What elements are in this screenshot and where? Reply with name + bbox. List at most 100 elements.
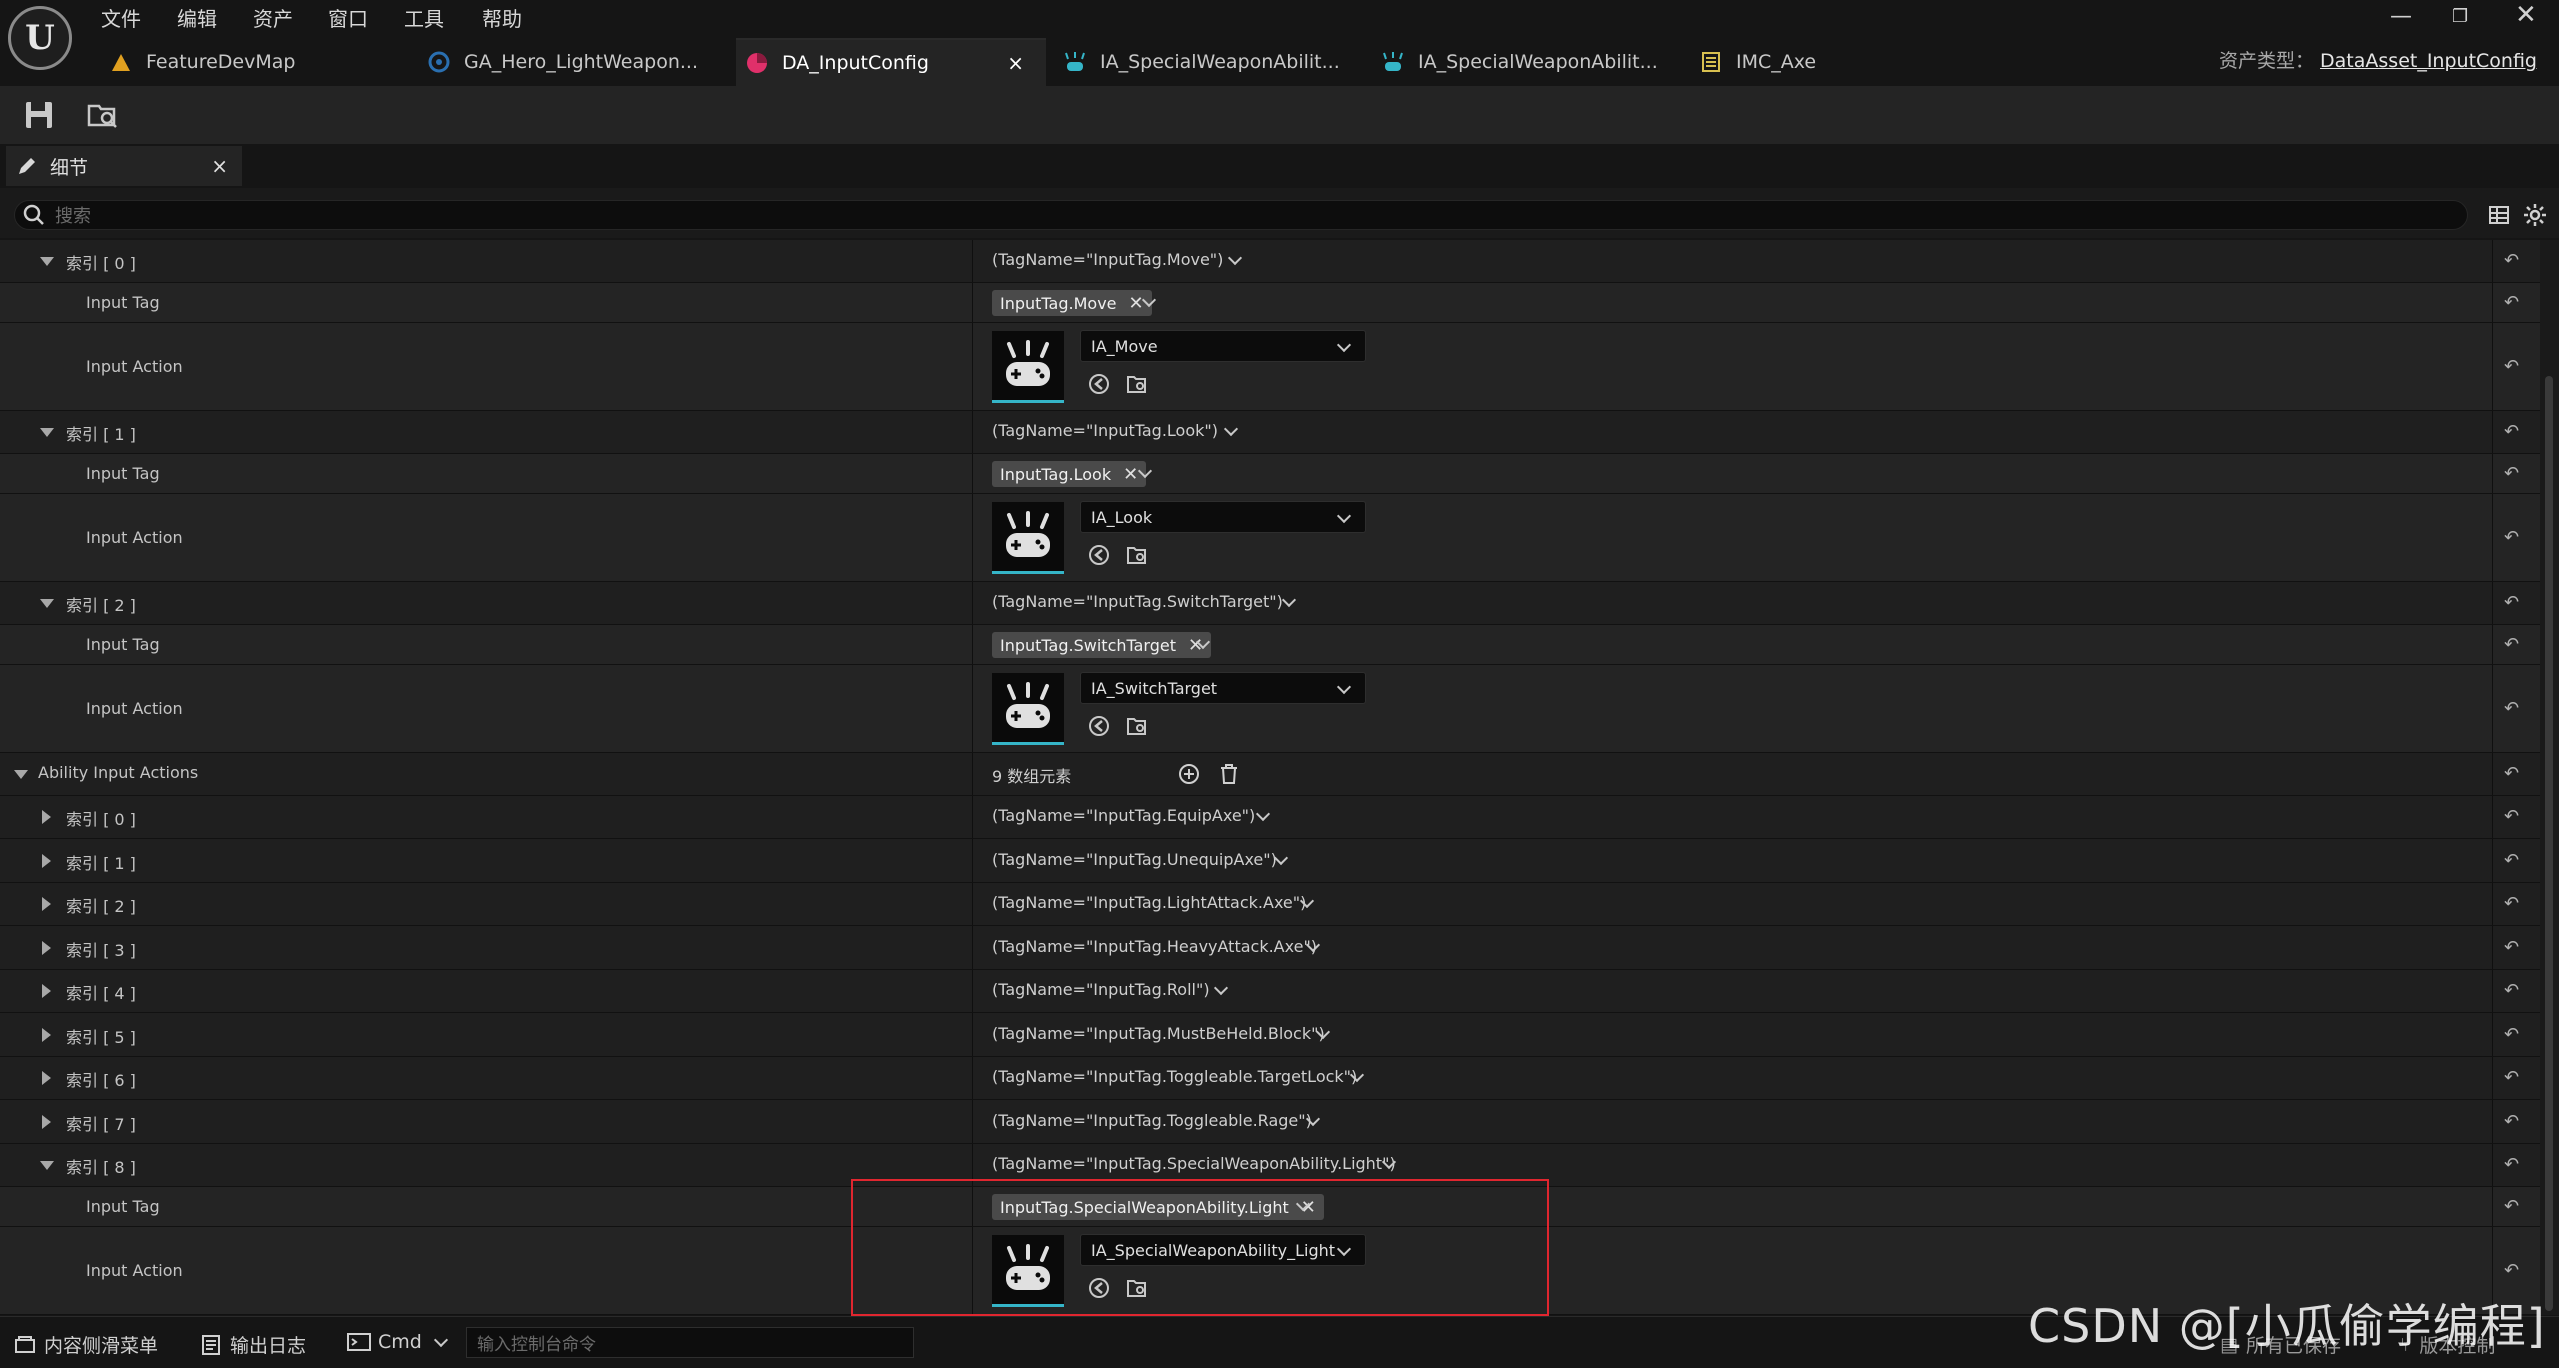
menu-assets[interactable]: 资产 <box>253 3 293 32</box>
delete-all-icon[interactable] <box>1218 763 1240 785</box>
table-view-icon[interactable] <box>2488 204 2510 226</box>
save-icon[interactable] <box>22 98 56 132</box>
chevron-down-icon[interactable] <box>1255 806 1271 822</box>
use-selected-icon[interactable] <box>1088 715 1110 737</box>
expand-arrow-icon[interactable] <box>42 810 51 824</box>
use-selected-icon[interactable] <box>1088 544 1110 566</box>
collapse-arrow-icon[interactable] <box>40 1161 54 1170</box>
menu-help[interactable]: 帮助 <box>482 3 522 32</box>
collapse-arrow-icon[interactable] <box>40 257 54 266</box>
chevron-down-icon[interactable] <box>1223 421 1239 437</box>
ability-entry-3[interactable]: 索引 [ 3 ] (TagName="InputTag.HeavyAttack.… <box>0 926 2540 970</box>
tab-imc-axe[interactable]: IMC_Axe <box>1690 38 1890 86</box>
reset-icon[interactable]: ↶ <box>2504 698 2519 719</box>
tab-ia-specialweapon-2[interactable]: IA_SpecialWeaponAbilit... <box>1372 38 1682 86</box>
menu-tools[interactable]: 工具 <box>404 3 444 32</box>
expand-arrow-icon[interactable] <box>42 941 51 955</box>
reset-icon[interactable]: ↶ <box>2504 1067 2519 1088</box>
asset-picker-combo[interactable]: IA_Move <box>1080 330 1366 362</box>
restore-icon[interactable]: ❐ <box>2452 6 2468 27</box>
reset-icon[interactable]: ↶ <box>2504 980 2519 1001</box>
ability-input-actions-header[interactable]: Ability Input Actions 9 数组元素 ↶ <box>0 753 2540 796</box>
gameplay-tag-chip[interactable]: InputTag.Move ✕ <box>992 290 1152 316</box>
output-log-button[interactable]: 输出日志 <box>200 1331 306 1358</box>
expand-arrow-icon[interactable] <box>42 984 51 998</box>
tab-ga-hero-lightweapon[interactable]: GA_Hero_LightWeapon... <box>418 38 728 86</box>
ability-entry-7[interactable]: 索引 [ 7 ] (TagName="InputTag.Toggleable.R… <box>0 1100 2540 1144</box>
scrollbar-thumb[interactable] <box>2545 376 2553 1311</box>
collapse-arrow-icon[interactable] <box>40 599 54 608</box>
ability-entry-5[interactable]: 索引 [ 5 ] (TagName="InputTag.MustBeHeld.B… <box>0 1013 2540 1057</box>
menu-edit[interactable]: 编辑 <box>177 3 217 32</box>
chevron-down-icon[interactable] <box>433 1332 448 1348</box>
ability-entry-1[interactable]: 索引 [ 1 ] (TagName="InputTag.UnequipAxe")… <box>0 839 2540 883</box>
tab-ia-specialweapon-1[interactable]: IA_SpecialWeaponAbilit... <box>1054 38 1364 86</box>
asset-thumbnail[interactable] <box>992 331 1064 403</box>
chevron-down-icon[interactable] <box>1281 592 1297 608</box>
tab-close-icon[interactable]: × <box>1007 51 1024 75</box>
console-command-input[interactable]: 输入控制台命令 <box>466 1327 914 1358</box>
asset-thumbnail[interactable] <box>992 502 1064 574</box>
reset-icon[interactable]: ↶ <box>2504 250 2519 271</box>
reset-icon[interactable]: ↶ <box>2504 1260 2519 1281</box>
chevron-down-icon[interactable] <box>1227 250 1243 266</box>
reset-icon[interactable]: ↶ <box>2504 937 2519 958</box>
collapse-arrow-icon[interactable] <box>14 770 28 779</box>
expand-arrow-icon[interactable] <box>42 1071 51 1085</box>
browse-asset-icon[interactable] <box>1126 544 1148 566</box>
gameplay-tag-chip[interactable]: InputTag.SwitchTarget ✕ <box>992 632 1212 658</box>
expand-arrow-icon[interactable] <box>42 1028 51 1042</box>
reset-icon[interactable]: ↶ <box>2504 1111 2519 1132</box>
reset-icon[interactable]: ↶ <box>2504 1024 2519 1045</box>
reset-icon[interactable]: ↶ <box>2504 893 2519 914</box>
reset-icon[interactable]: ↶ <box>2504 850 2519 871</box>
ability-entry-0[interactable]: 索引 [ 0 ] (TagName="InputTag.EquipAxe") ↶ <box>0 796 2540 839</box>
reset-icon[interactable]: ↶ <box>2504 292 2519 313</box>
tab-featuredevmap[interactable]: FeatureDevMap <box>100 38 400 86</box>
reset-icon[interactable]: ↶ <box>2504 634 2519 655</box>
reset-icon[interactable]: ↶ <box>2504 1154 2519 1175</box>
details-tab[interactable]: 细节 × <box>6 146 242 186</box>
settings-gear-icon[interactable] <box>2523 203 2547 227</box>
use-selected-icon[interactable] <box>1088 373 1110 395</box>
menu-file[interactable]: 文件 <box>101 3 141 32</box>
reset-icon[interactable]: ↶ <box>2504 463 2519 484</box>
expand-arrow-icon[interactable] <box>42 897 51 911</box>
ability-entry-6[interactable]: 索引 [ 6 ] (TagName="InputTag.Toggleable.T… <box>0 1057 2540 1100</box>
reset-icon[interactable]: ↶ <box>2504 806 2519 827</box>
asset-picker-combo[interactable]: IA_Look <box>1080 501 1366 533</box>
reset-icon[interactable]: ↶ <box>2504 356 2519 377</box>
details-close-icon[interactable]: × <box>211 154 228 178</box>
reset-icon[interactable]: ↶ <box>2504 527 2519 548</box>
gameplay-tag-chip[interactable]: InputTag.Look ✕ <box>992 461 1147 487</box>
asset-picker-combo[interactable]: IA_SwitchTarget <box>1080 672 1366 704</box>
browse-to-asset-icon[interactable] <box>86 98 120 132</box>
remove-tag-icon[interactable]: ✕ <box>1123 464 1138 485</box>
unreal-logo-icon[interactable]: U <box>8 6 72 70</box>
browse-asset-icon[interactable] <box>1126 373 1148 395</box>
reset-icon[interactable]: ↶ <box>2504 1196 2519 1217</box>
asset-thumbnail[interactable] <box>992 673 1064 745</box>
native-entry-2-header[interactable]: 索引 [ 2 ] (TagName="InputTag.SwitchTarget… <box>0 582 2540 625</box>
cmd-selector[interactable]: Cmd <box>346 1331 448 1353</box>
tab-da-inputconfig[interactable]: DA_InputConfig × <box>736 38 1046 86</box>
reset-icon[interactable]: ↶ <box>2504 763 2519 784</box>
content-drawer-button[interactable]: 内容侧滑菜单 <box>14 1331 158 1358</box>
remove-tag-icon[interactable]: ✕ <box>1129 293 1144 314</box>
expand-arrow-icon[interactable] <box>42 854 51 868</box>
add-element-icon[interactable] <box>1178 763 1200 785</box>
expand-arrow-icon[interactable] <box>42 1115 51 1129</box>
native-entry-1-header[interactable]: 索引 [ 1 ] (TagName="InputTag.Look") ↶ <box>0 411 2540 454</box>
collapse-arrow-icon[interactable] <box>40 428 54 437</box>
minimize-icon[interactable]: — <box>2390 4 2412 29</box>
reset-icon[interactable]: ↶ <box>2504 592 2519 613</box>
chevron-down-icon[interactable] <box>1213 980 1229 996</box>
menu-window[interactable]: 窗口 <box>328 3 368 32</box>
ability-entry-4[interactable]: 索引 [ 4 ] (TagName="InputTag.Roll") ↶ <box>0 970 2540 1013</box>
asset-type-link[interactable]: DataAsset_InputConfig <box>2320 50 2537 72</box>
browse-asset-icon[interactable] <box>1126 715 1148 737</box>
ability-entry-2[interactable]: 索引 [ 2 ] (TagName="InputTag.LightAttack.… <box>0 883 2540 926</box>
search-input[interactable]: 搜索 <box>14 200 2468 230</box>
native-entry-0-header[interactable]: 索引 [ 0 ] (TagName="InputTag.Move") ↶ <box>0 240 2540 283</box>
reset-icon[interactable]: ↶ <box>2504 421 2519 442</box>
